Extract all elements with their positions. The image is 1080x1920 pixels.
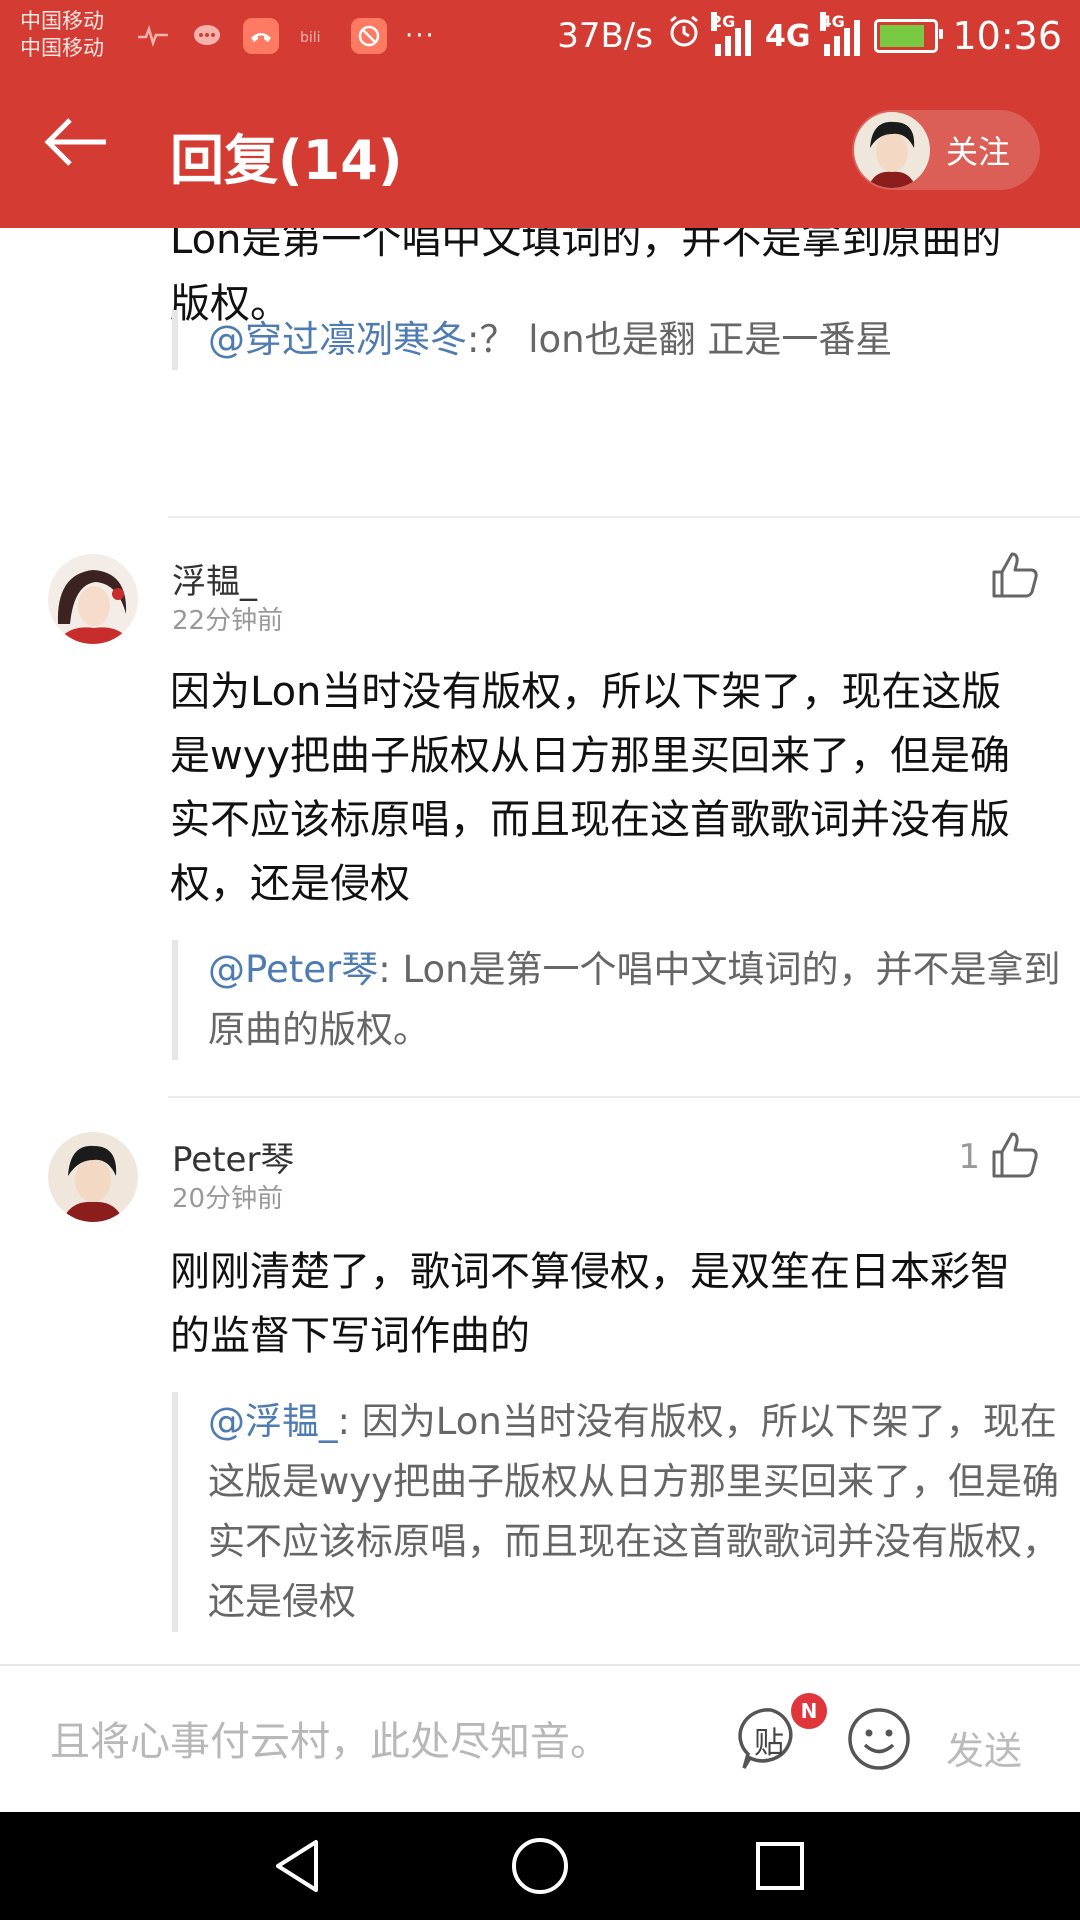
follow-label: 关注 (946, 133, 1011, 171)
carrier-1: 中国移动 (20, 9, 104, 33)
emoji-icon[interactable] (846, 1706, 912, 1772)
divider (168, 1096, 1080, 1098)
quoted-reply: @Peter琴: Lon是第一个唱中文填词的，并不是拿到原曲的版权。 (172, 940, 1080, 1060)
bilibili-icon: bili (297, 18, 333, 54)
net-2g-label: 2G (710, 12, 736, 31)
username[interactable]: Peter琴 (172, 1132, 294, 1181)
alarm-icon (667, 15, 701, 58)
nav-back-icon[interactable] (268, 1834, 332, 1898)
nav-home-icon[interactable] (508, 1834, 572, 1898)
nav-recents-icon[interactable] (748, 1834, 812, 1898)
phone-app-icon (243, 18, 279, 54)
mention-link[interactable]: @浮韫_ (208, 1400, 338, 1443)
comment-text: 因为Lon当时没有版权，所以下架了，现在这版是wyy把曲子版权从日方那里买回来了… (170, 669, 1011, 907)
divider (168, 516, 1080, 518)
carrier-info: 中国移动 中国移动 (20, 8, 104, 62)
app-bar: 回复(14) 关注 (0, 72, 1080, 228)
like-button[interactable]: 1 (958, 1130, 1040, 1184)
post-label: 贴 (754, 1726, 784, 1761)
follow-button[interactable]: 关注 (852, 110, 1040, 190)
net-4g-small-label: 4G (820, 12, 845, 31)
username[interactable]: 浮韫_ (172, 554, 257, 603)
thumbs-up-icon (990, 1130, 1040, 1184)
back-arrow-icon[interactable] (40, 112, 130, 182)
quote-text: :？ lon也是翻 正是一番星 (467, 318, 893, 361)
carrier-2: 中国移动 (20, 36, 104, 60)
comment-time: 20分钟前 (172, 1184, 284, 1214)
chat-bubble-icon (189, 18, 225, 54)
clock: 10:36 (952, 14, 1062, 58)
net-4g-label: 4G (764, 18, 811, 54)
send-button[interactable]: 发送 (946, 1720, 1022, 1775)
quoted-reply: @穿过凛冽寒冬:？ lon也是翻 正是一番星 (172, 310, 1080, 370)
heart-rate-icon (135, 18, 171, 54)
avatar[interactable] (48, 1132, 138, 1222)
reply-input-bar: 贴 N 发送 (0, 1664, 1080, 1814)
network-speed: 37B/s (557, 16, 653, 56)
mention-link[interactable]: @穿过凛冽寒冬 (208, 318, 467, 361)
comment-input[interactable] (48, 1706, 672, 1778)
battery-icon (874, 19, 944, 53)
avatar[interactable] (48, 554, 138, 644)
page-title: 回复(14) (170, 129, 403, 192)
reply-list: Lon是第一个唱中文填词的，并不是拿到原曲的版权。 @穿过凛冽寒冬:？ lon也… (0, 228, 1080, 1664)
mention-link[interactable]: @Peter琴 (208, 948, 378, 991)
comment-time: 22分钟前 (172, 606, 284, 636)
quoted-reply: @浮韫_: 因为Lon当时没有版权，所以下架了，现在这版是wyy把曲子版权从日方… (172, 1392, 1080, 1632)
notification-icons: bili ··· (135, 18, 436, 54)
avatar (854, 112, 930, 188)
new-badge: N (788, 1690, 830, 1732)
like-button[interactable] (980, 550, 1040, 604)
signal-4g-icon: 4G (820, 12, 861, 56)
thumbs-up-icon (990, 550, 1040, 604)
status-bar: 中国移动 中国移动 bili ··· 37B/s 2G 4G 4G 10:36 (0, 0, 1080, 72)
like-count: 1 (958, 1137, 980, 1177)
target-app-icon (351, 18, 387, 54)
signal-2g-icon: 2G (710, 12, 751, 56)
svg-text:bili: bili (300, 30, 321, 45)
status-right: 37B/s 2G 4G 4G 10:36 (557, 12, 1062, 58)
comment-text: 刚刚清楚了，歌词不算侵权，是双笙在日本彩智的监督下写词作曲的 (170, 1249, 1010, 1359)
system-nav-bar (0, 1812, 1080, 1920)
more-notifications-icon: ··· (405, 21, 436, 51)
